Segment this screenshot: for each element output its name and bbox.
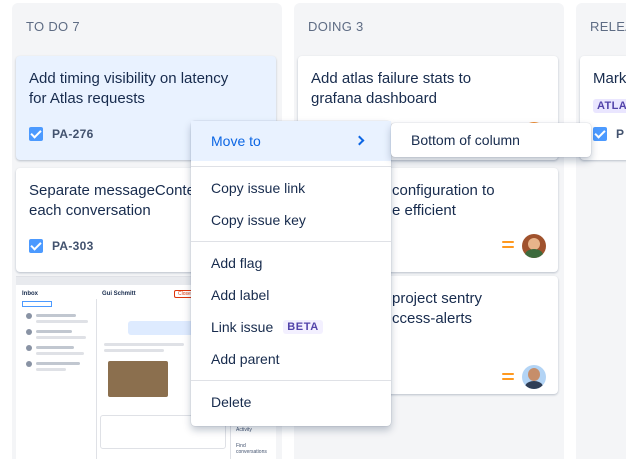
thumbnail-find-conversations: Find conversations [236,443,267,455]
card-title-line: ccess-alerts [392,310,473,327]
card-title-line: Add atlas failure stats to [311,70,472,87]
issue-key-row: PA-303 [29,239,94,253]
card-title: Mark [593,70,626,87]
thumbnail-inbox-title: Inbox [22,291,38,297]
menu-divider [191,380,391,381]
menu-item-label: Add label [211,287,270,303]
issue-key[interactable]: PA-276 [52,127,94,141]
menu-item-add-parent[interactable]: Add parent [191,343,391,375]
menu-item-label: Add parent [211,351,280,367]
check-square-icon [593,127,607,141]
issue-key-row: PA-276 [29,127,94,141]
thumbnail-divider [96,299,97,459]
thumbnail-filter [22,301,52,307]
avatar[interactable] [522,234,546,258]
label-row: ATLA [593,96,626,114]
thumbnail-avatar [26,329,32,335]
avatar[interactable] [522,365,546,389]
menu-item-add-flag[interactable]: Add flag [191,247,391,279]
menu-divider [191,166,391,167]
card-context-menu: Move to Copy issue link Copy issue key A… [191,121,391,426]
menu-item-copy-issue-key[interactable]: Copy issue key [191,204,391,236]
thumbnail-avatar [26,313,32,319]
menu-item-copy-issue-link[interactable]: Copy issue link [191,172,391,204]
card-title: Add atlas failure stats to grafana dashb… [311,69,471,109]
card-title: Separate messageConten each conversation [29,181,203,221]
card-title: configuration to e efficient [392,181,495,221]
thumbnail-photo [108,361,168,397]
thumbnail-message-bubble [128,321,198,335]
menu-item-label: Delete [211,394,252,410]
menu-item-label: Link issue [211,319,274,335]
card-title-line: grafana dashboard [311,90,437,107]
card-title-line: Separate messageConten [29,182,204,199]
check-square-icon [29,127,43,141]
thumbnail-contact-name: Gui Schmitt [102,291,136,297]
menu-item-label: Copy issue key [211,212,306,228]
menu-item-label: Move to [211,133,261,149]
epic-label: ATLA [593,99,626,113]
avatar-body [525,381,543,389]
card-title-line: for Atlas requests [29,90,145,107]
card-title: Add timing visibility on latency for Atl… [29,69,228,109]
thumbnail-activity: Activity [236,427,252,433]
menu-item-label: Copy issue link [211,180,306,196]
issue-key[interactable]: P [616,127,624,141]
column-release: RELEA Mark ATLA P [576,3,626,459]
avatar-face [528,368,540,381]
card-title-line: configuration to [392,182,495,199]
card-title-line: Add timing visibility on latency [29,70,229,87]
priority-medium-icon [502,373,514,383]
priority-medium-icon [502,241,514,251]
card-title-line: project sentry [392,290,483,307]
thumbnail-avatar [26,361,32,367]
card-title-line: e efficient [392,202,456,219]
move-to-submenu: Bottom of column [391,123,591,157]
column-header-doing: DOING 3 [308,19,364,34]
beta-badge: BETA [283,320,323,334]
column-header-todo: TO DO 7 [26,19,80,34]
card-title-line: each conversation [29,202,151,219]
card-title: project sentry ccess-alerts [392,289,482,329]
menu-item-delete[interactable]: Delete [191,386,391,418]
menu-item-link-issue[interactable]: Link issue BETA [191,311,391,343]
chevron-right-icon [354,135,365,146]
check-square-icon [29,239,43,253]
avatar-body [525,249,543,258]
issue-key-row: P [593,127,624,141]
thumbnail-avatar [26,345,32,351]
menu-divider [191,241,391,242]
menu-item-add-label[interactable]: Add label [191,279,391,311]
menu-item-move-to[interactable]: Move to [191,121,391,161]
submenu-item-bottom-of-column[interactable]: Bottom of column [411,132,520,148]
menu-item-label: Add flag [211,255,263,271]
column-header-release: RELEA [590,19,626,34]
issue-key[interactable]: PA-303 [52,239,94,253]
